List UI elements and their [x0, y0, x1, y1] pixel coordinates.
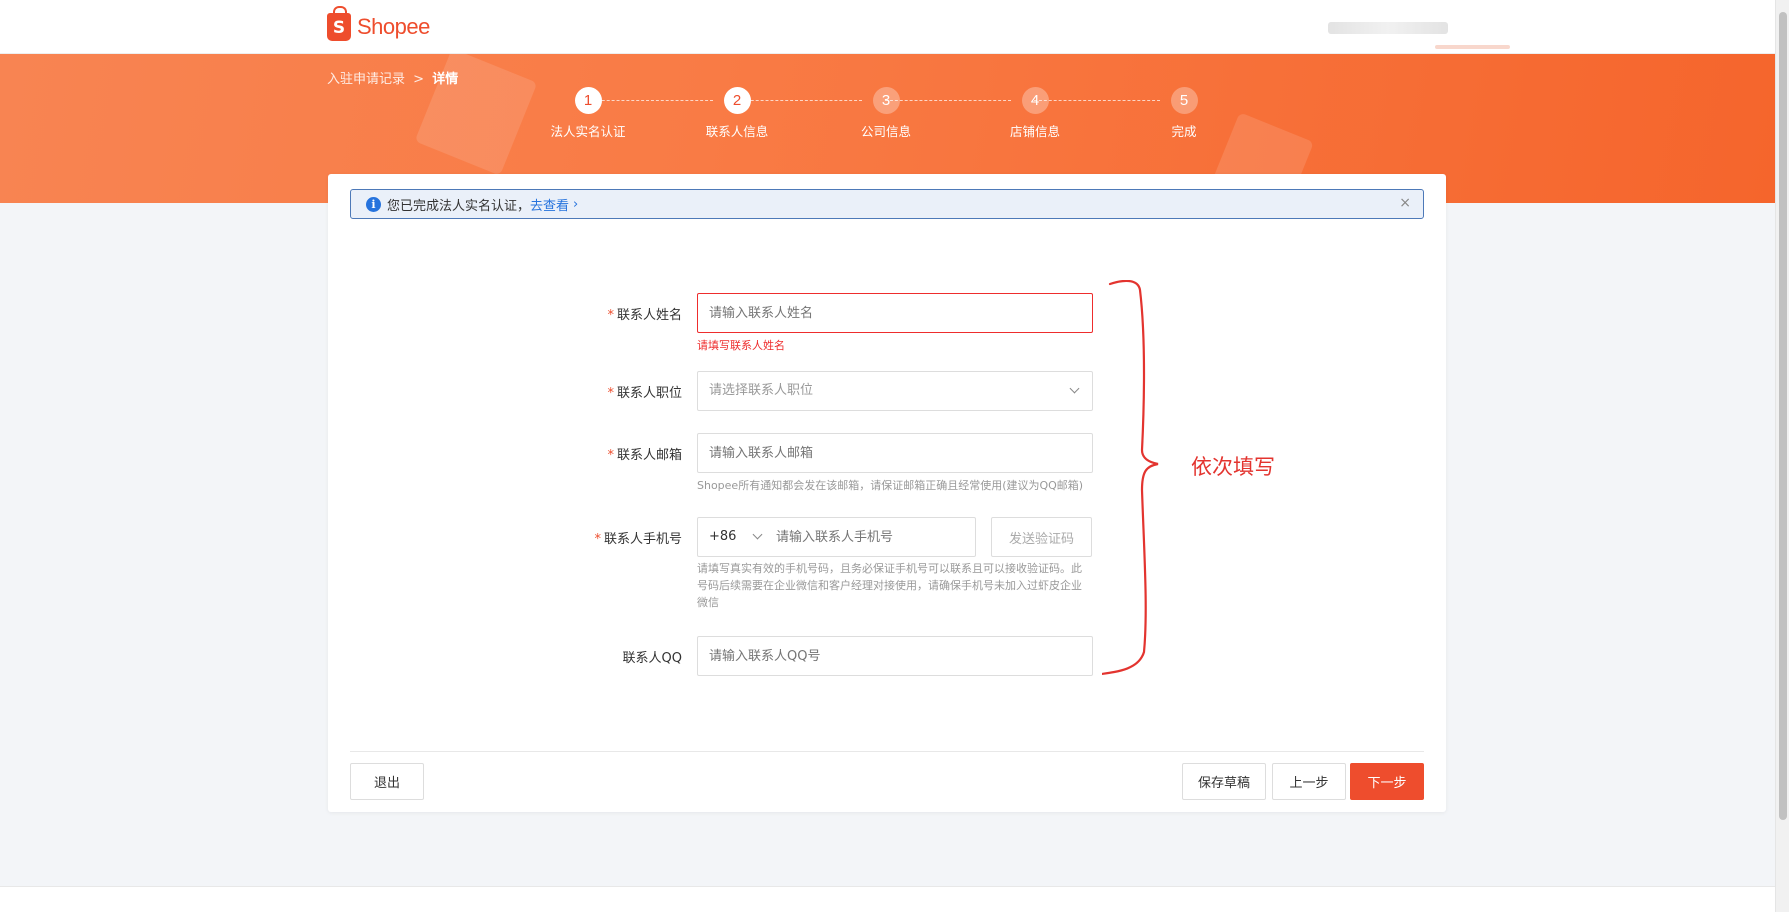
- required-mark: *: [607, 448, 614, 463]
- required-mark: *: [607, 386, 614, 401]
- contact-phone-input[interactable]: [776, 519, 966, 555]
- phone-hint-line: 微信: [697, 596, 719, 609]
- breadcrumb-current: 详情: [432, 72, 459, 87]
- view-link[interactable]: 去查看: [530, 195, 569, 214]
- contact-qq-input[interactable]: [697, 636, 1093, 676]
- chevron-down-icon: [1069, 383, 1080, 394]
- step-label: 法人实名认证: [550, 124, 626, 139]
- previous-step-button[interactable]: 上一步: [1272, 763, 1346, 800]
- email-label: * 联系人邮箱: [482, 444, 682, 463]
- step-5: 5 完成: [1114, 87, 1254, 140]
- name-label-text: 联系人姓名: [616, 308, 682, 323]
- position-select[interactable]: 请选择联系人职位: [697, 371, 1093, 411]
- info-icon: i: [366, 196, 381, 212]
- name-error-message: 请填写联系人姓名: [697, 339, 785, 352]
- footer-divider: [350, 751, 1424, 752]
- annotation-brace-stroke: [1102, 280, 1159, 676]
- required-mark: *: [594, 532, 601, 547]
- step-number: 5: [1170, 87, 1198, 114]
- required-mark: *: [607, 308, 614, 323]
- next-step-button[interactable]: 下一步: [1350, 763, 1424, 800]
- step-4: 4 店铺信息: [965, 87, 1105, 140]
- contact-email-input[interactable]: [697, 433, 1093, 473]
- qq-label: 联系人QQ: [482, 647, 682, 666]
- position-label: * 联系人职位: [482, 382, 682, 401]
- phone-label: * 联系人手机号: [482, 528, 682, 547]
- top-bar: S Shopee: [0, 0, 1775, 54]
- send-code-button[interactable]: 发送验证码: [991, 517, 1092, 557]
- page-bottom-strip: [0, 886, 1775, 912]
- step-3: 3 公司信息: [816, 87, 956, 140]
- phone-hint: 请填写真实有效的手机号码，且务必保证手机号可以联系且可以接收验证码。此 号码后续…: [697, 560, 1107, 611]
- user-account-blurred[interactable]: [1328, 22, 1448, 34]
- step-indicator: 1 法人实名认证 2 联系人信息 3 公司信息 4 店铺信息 5 完成: [540, 87, 1200, 147]
- exit-button[interactable]: 退出: [350, 763, 424, 800]
- qq-label-text: 联系人QQ: [622, 651, 682, 666]
- step-number: 1: [574, 87, 602, 114]
- step-label: 完成: [1171, 124, 1197, 139]
- email-label-text: 联系人邮箱: [616, 448, 682, 463]
- shopee-bag-icon: S: [327, 6, 351, 41]
- chevron-right-icon[interactable]: ›: [573, 197, 578, 212]
- contact-name-input[interactable]: [697, 293, 1093, 333]
- position-label-text: 联系人职位: [616, 386, 682, 401]
- country-code-select[interactable]: +86: [709, 518, 736, 556]
- breadcrumb-separator: >: [413, 72, 425, 87]
- user-underline: [1435, 45, 1510, 49]
- email-hint: Shopee所有通知都会发在该邮箱，请保证邮箱正确且经常使用(建议为QQ邮箱): [697, 479, 1084, 492]
- vertical-scrollbar[interactable]: [1775, 0, 1789, 912]
- step-number: 2: [723, 87, 751, 114]
- info-alert: i 您已完成法人实名认证， 去查看 › ×: [350, 189, 1424, 219]
- save-draft-button[interactable]: 保存草稿: [1182, 763, 1266, 800]
- name-label: * 联系人姓名: [482, 304, 682, 323]
- logo-text: Shopee: [357, 14, 430, 39]
- step-2: 2 联系人信息: [667, 87, 807, 140]
- shopee-logo[interactable]: S Shopee: [327, 6, 430, 41]
- step-label: 公司信息: [860, 124, 911, 139]
- breadcrumb-parent-link[interactable]: 入驻申请记录: [327, 72, 405, 87]
- alert-text: 您已完成法人实名认证，: [387, 198, 531, 214]
- phone-input-group: +86: [697, 517, 976, 557]
- step-label: 联系人信息: [705, 124, 769, 139]
- scrollbar-thumb[interactable]: [1779, 12, 1787, 820]
- phone-label-text: 联系人手机号: [603, 532, 682, 547]
- step-1: 1 法人实名认证: [518, 87, 658, 140]
- contact-info-card: i 您已完成法人实名认证， 去查看 › × *联系人姓名 请填写联系人姓名 *联…: [328, 174, 1446, 812]
- close-icon[interactable]: ×: [1399, 195, 1411, 211]
- step-label: 店铺信息: [1009, 124, 1060, 139]
- phone-hint-line: 请填写真实有效的手机号码，且务必保证手机号可以联系且可以接收验证码。此: [697, 562, 1082, 575]
- step-number: 3: [872, 87, 900, 114]
- chevron-down-icon[interactable]: [752, 529, 763, 540]
- breadcrumb: 入驻申请记录 > 详情: [327, 68, 458, 87]
- position-placeholder: 请选择联系人职位: [709, 383, 814, 398]
- phone-hint-line: 号码后续需要在企业微信和客户经理对接使用，请确保手机号未加入过虾皮企业: [697, 579, 1082, 592]
- annotation-text: 依次填写: [1191, 455, 1275, 479]
- step-number: 4: [1021, 87, 1049, 114]
